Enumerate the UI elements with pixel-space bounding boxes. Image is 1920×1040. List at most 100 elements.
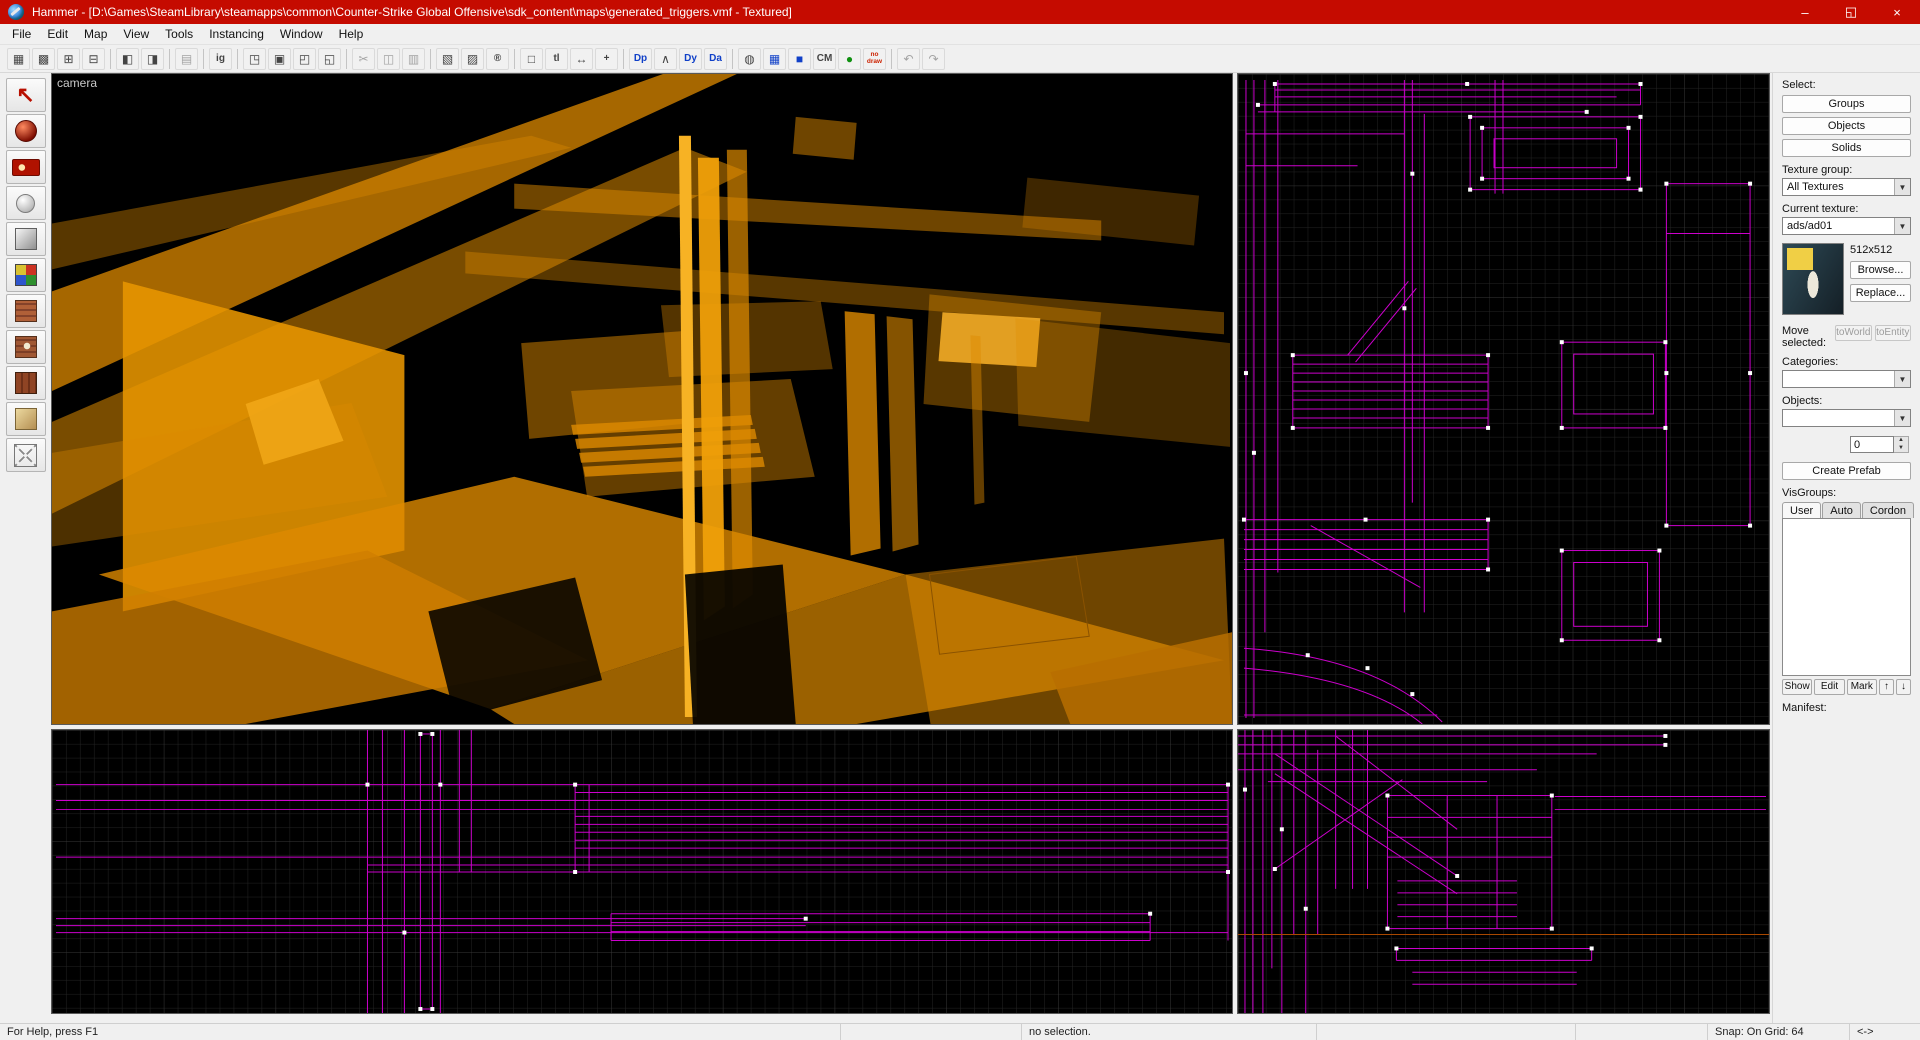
menu-tools[interactable]: Tools — [157, 25, 201, 43]
select-buttons: Groups Objects Solids — [1782, 95, 1911, 157]
prefab-count-field[interactable]: 0 — [1850, 436, 1894, 453]
magnify-tool[interactable] — [5, 114, 46, 148]
spinner-down-icon[interactable]: ▼ — [1894, 444, 1908, 452]
to-world-button[interactable]: toWorld — [1835, 325, 1872, 341]
menu-window[interactable]: Window — [272, 25, 331, 43]
grid-larger[interactable]: ⊞ — [57, 47, 80, 70]
group[interactable]: ◰ — [293, 47, 316, 70]
load-window-state[interactable]: ◧ — [116, 47, 139, 70]
entity-tool[interactable] — [5, 186, 46, 220]
texture-lock[interactable]: ▧ — [436, 47, 459, 70]
to-entity-button[interactable]: toEntity — [1874, 325, 1911, 341]
categories-dropdown[interactable]: ▼ — [1782, 370, 1911, 388]
paste[interactable]: ▥ — [402, 47, 425, 70]
show-3d-grid[interactable]: ▦ — [763, 47, 786, 70]
displacement-sew[interactable]: Dy — [679, 47, 702, 70]
texture-application-tool[interactable] — [5, 258, 46, 292]
selection-tool[interactable] — [5, 78, 46, 112]
visgroups-tab-auto[interactable]: Auto — [1822, 502, 1861, 518]
chevron-down-icon[interactable]: ▼ — [1894, 218, 1910, 234]
visgroups-mark-button[interactable]: Mark — [1846, 679, 1877, 695]
texture-size-label: 512x512 — [1850, 244, 1893, 256]
spinner-up-icon[interactable]: ▲ — [1894, 437, 1908, 445]
displacement-alpha[interactable]: Da — [704, 47, 727, 70]
objects-button[interactable]: Objects — [1782, 117, 1911, 135]
objects-value — [1783, 410, 1894, 426]
current-texture-dropdown[interactable]: ads/ad01 ▼ — [1782, 217, 1911, 235]
select-label: Select: — [1782, 79, 1816, 91]
prefab-count-spinner: ▲ ▼ — [1894, 436, 1909, 453]
maximize-button[interactable]: ◱ — [1828, 0, 1874, 24]
viewport-2d-front-canvas — [52, 730, 1232, 1013]
drag-sides[interactable]: ↔ — [570, 47, 593, 70]
menu-edit[interactable]: Edit — [39, 25, 76, 43]
apply-decals-tool[interactable] — [5, 330, 46, 364]
vertex-tool[interactable] — [5, 438, 46, 472]
menu-file[interactable]: File — [4, 25, 39, 43]
redo[interactable]: ↷ — [922, 47, 945, 70]
objects-dropdown[interactable]: ▼ — [1782, 409, 1911, 427]
chevron-down-icon[interactable]: ▼ — [1894, 179, 1910, 195]
apply-current-texture-tool[interactable] — [5, 294, 46, 328]
color-mode[interactable]: CM — [813, 47, 836, 70]
print[interactable]: ▤ — [175, 47, 198, 70]
visgroups-up-button[interactable]: ↑ — [1878, 679, 1894, 695]
camera-tool[interactable] — [5, 150, 46, 184]
texture-scale-lock[interactable]: ▨ — [461, 47, 484, 70]
visgroups-list[interactable] — [1782, 518, 1911, 676]
solids-button[interactable]: Solids — [1782, 139, 1911, 157]
cordon-toggle[interactable]: ◍ — [738, 47, 761, 70]
visgroups-down-button[interactable]: ↓ — [1895, 679, 1911, 695]
viewport-3d-camera[interactable]: camera — [51, 73, 1233, 725]
toolbar-separator — [430, 48, 431, 69]
toolbar-separator — [169, 48, 170, 69]
viewport-2d-top[interactable] — [1237, 73, 1770, 725]
menu-view[interactable]: View — [115, 25, 157, 43]
menu-instancing[interactable]: Instancing — [201, 25, 272, 43]
toggle-group-ignore[interactable]: ig — [209, 47, 232, 70]
apply-overlays-tool[interactable] — [5, 366, 46, 400]
chevron-down-icon[interactable]: ▼ — [1894, 410, 1910, 426]
visgroups-show-button[interactable]: Show — [1782, 679, 1813, 695]
minimize-button[interactable]: – — [1782, 0, 1828, 24]
texture-preview[interactable] — [1782, 243, 1844, 315]
texture-shift-lock[interactable]: tl — [545, 47, 568, 70]
create-prefab-button[interactable]: Create Prefab — [1782, 462, 1911, 480]
replace-button[interactable]: Replace... — [1850, 284, 1911, 302]
undo[interactable]: ↶ — [897, 47, 920, 70]
visgroups-tab-cordon[interactable]: Cordon — [1861, 502, 1914, 518]
grid-smaller[interactable]: ⊟ — [82, 47, 105, 70]
visgroups-tab-user[interactable]: User — [1782, 502, 1822, 518]
grid-toggle[interactable]: ▦ — [7, 47, 30, 70]
grid-3d-toggle[interactable]: ▩ — [32, 47, 55, 70]
displacement-paint[interactable]: Dp — [629, 47, 652, 70]
ungroup[interactable]: ◱ — [318, 47, 341, 70]
move-selection[interactable]: + — [595, 47, 618, 70]
visgroups-edit-button[interactable]: Edit — [1814, 679, 1845, 695]
viewport-2d-side-canvas — [1238, 730, 1769, 1013]
browse-button[interactable]: Browse... — [1850, 261, 1911, 279]
chevron-down-icon[interactable]: ▼ — [1894, 371, 1910, 387]
menu-help[interactable]: Help — [331, 25, 372, 43]
viewport-2d-side[interactable] — [1237, 729, 1770, 1014]
window-title: Hammer - [D:\Games\SteamLibrary\steamapp… — [32, 5, 792, 19]
model-fade-preview[interactable]: ■ — [788, 47, 811, 70]
smart-edit[interactable]: ● — [838, 47, 861, 70]
block-tool[interactable] — [5, 222, 46, 256]
copy[interactable]: ◫ — [377, 47, 400, 70]
cut[interactable]: ✂ — [352, 47, 375, 70]
menu-map[interactable]: Map — [76, 25, 115, 43]
save-window-state[interactable]: ◨ — [141, 47, 164, 70]
carve[interactable]: ◳ — [243, 47, 266, 70]
no-draw[interactable]: no draw — [863, 47, 886, 70]
groups-button[interactable]: Groups — [1782, 95, 1911, 113]
texture-group-dropdown[interactable]: All Textures ▼ — [1782, 178, 1911, 196]
viewport-2d-front[interactable] — [51, 729, 1233, 1014]
select-touching[interactable]: □ — [520, 47, 543, 70]
close-button[interactable]: × — [1874, 0, 1920, 24]
make-hollow[interactable]: ▣ — [268, 47, 291, 70]
radius-culling[interactable]: ® — [486, 47, 509, 70]
clipping-tool[interactable] — [5, 402, 46, 436]
path-tool[interactable]: ∧ — [654, 47, 677, 70]
move-selected-row: Move selected: toWorld toEntity — [1782, 325, 1911, 349]
